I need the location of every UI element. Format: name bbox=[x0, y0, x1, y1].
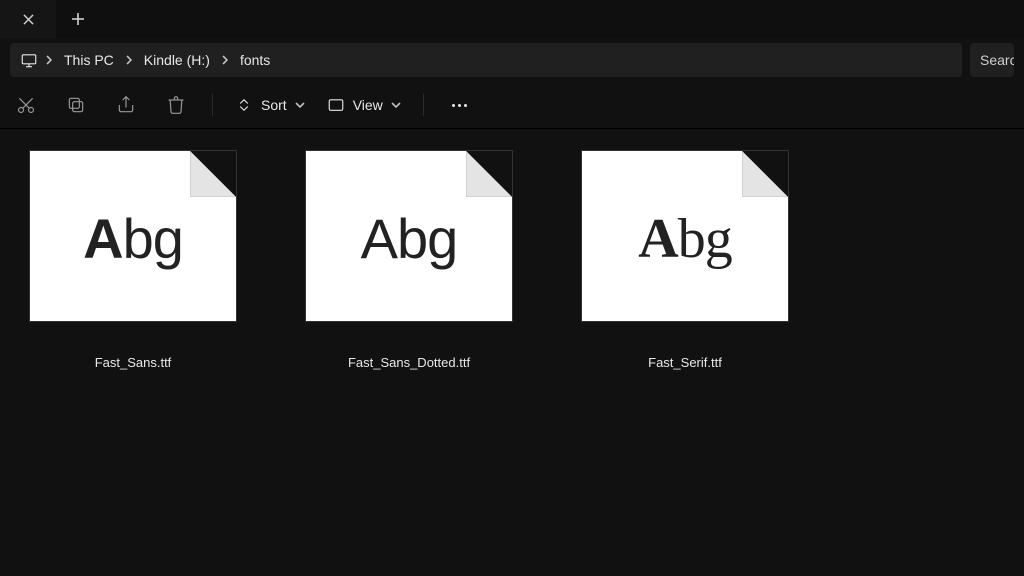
font-preview-text: Abg bbox=[638, 211, 731, 267]
chevron-down-icon bbox=[391, 100, 401, 110]
plus-icon bbox=[71, 12, 85, 26]
sort-dropdown[interactable]: Sort bbox=[235, 96, 305, 114]
new-tab-button[interactable] bbox=[56, 0, 100, 38]
file-item[interactable]: Abg Fast_Serif.ttf bbox=[580, 151, 790, 370]
share-button[interactable] bbox=[112, 91, 140, 119]
share-icon bbox=[116, 95, 136, 115]
chevron-right-icon bbox=[44, 55, 54, 65]
page-fold-icon bbox=[190, 151, 236, 197]
chevron-right-icon bbox=[124, 55, 134, 65]
font-thumbnail: Abg bbox=[30, 151, 236, 321]
breadcrumb-box[interactable]: This PC Kindle (H:) fonts bbox=[10, 43, 962, 77]
cut-icon bbox=[16, 95, 36, 115]
delete-button[interactable] bbox=[162, 91, 190, 119]
tab-bar bbox=[0, 0, 1024, 38]
close-icon bbox=[23, 14, 34, 25]
page-fold-icon bbox=[742, 151, 788, 197]
more-button[interactable] bbox=[446, 91, 474, 119]
sort-label: Sort bbox=[261, 97, 287, 113]
chevron-right-icon bbox=[220, 55, 230, 65]
copy-button[interactable] bbox=[62, 91, 90, 119]
file-name: Fast_Serif.ttf bbox=[648, 355, 722, 370]
trash-icon bbox=[166, 95, 186, 115]
toolbar: Sort View bbox=[0, 82, 1024, 128]
breadcrumb-drive[interactable]: Kindle (H:) bbox=[140, 48, 214, 72]
file-name: Fast_Sans_Dotted.ttf bbox=[348, 355, 470, 370]
font-preview-text: Abg bbox=[361, 211, 458, 267]
file-name: Fast_Sans.ttf bbox=[95, 355, 172, 370]
file-grid: Abg Fast_Sans.ttf Abg Fast_Sans_Dotted.t… bbox=[0, 129, 1024, 380]
computer-icon bbox=[20, 51, 38, 69]
page-fold-icon bbox=[466, 151, 512, 197]
toolbar-separator bbox=[423, 94, 424, 116]
cut-button[interactable] bbox=[12, 91, 40, 119]
file-item[interactable]: Abg Fast_Sans_Dotted.ttf bbox=[304, 151, 514, 370]
sort-icon bbox=[235, 96, 253, 114]
view-label: View bbox=[353, 97, 383, 113]
search-input[interactable]: Search bbox=[970, 43, 1014, 77]
copy-icon bbox=[66, 95, 86, 115]
breadcrumb-root[interactable]: This PC bbox=[60, 48, 118, 72]
view-icon bbox=[327, 96, 345, 114]
font-preview-text: Abg bbox=[83, 211, 183, 267]
tab-close-button[interactable] bbox=[0, 0, 56, 38]
search-placeholder: Search bbox=[980, 52, 1014, 68]
chevron-down-icon bbox=[295, 100, 305, 110]
breadcrumb-folder[interactable]: fonts bbox=[236, 48, 274, 72]
file-item[interactable]: Abg Fast_Sans.ttf bbox=[28, 151, 238, 370]
view-dropdown[interactable]: View bbox=[327, 96, 401, 114]
toolbar-separator bbox=[212, 94, 213, 116]
ellipsis-icon bbox=[452, 104, 467, 107]
font-thumbnail: Abg bbox=[582, 151, 788, 321]
font-thumbnail: Abg bbox=[306, 151, 512, 321]
address-bar: This PC Kindle (H:) fonts Search bbox=[0, 38, 1024, 82]
